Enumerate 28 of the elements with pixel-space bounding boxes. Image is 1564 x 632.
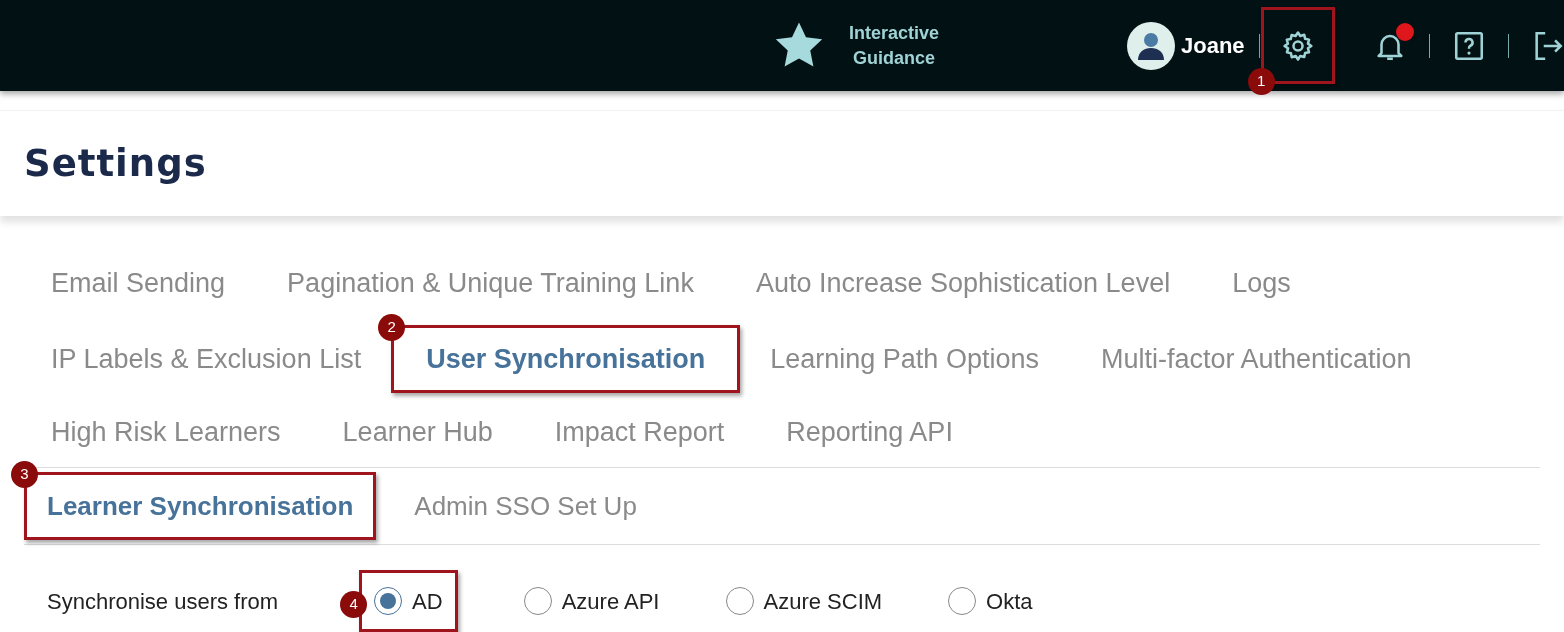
callout-number: 3: [11, 461, 38, 488]
sub-tab[interactable]: Admin SSO Set Up: [414, 486, 637, 526]
settings-tab[interactable]: Reporting API: [786, 411, 953, 453]
radio-option[interactable]: Okta: [948, 584, 1033, 618]
settings-tab[interactable]: Pagination & Unique Training Link: [287, 262, 694, 304]
settings-tab[interactable]: Auto Increase Sophistication Level: [755, 262, 1171, 304]
callout-number: 4: [340, 591, 368, 618]
user-name[interactable]: Joane: [1181, 29, 1245, 62]
radio-option[interactable]: Azure SCIM: [725, 584, 883, 618]
settings-tab[interactable]: User Synchronisation: [426, 338, 706, 380]
settings-icon[interactable]: [1280, 28, 1315, 63]
settings-tab[interactable]: Multi-factor Authentication: [1100, 338, 1412, 380]
sub-tab[interactable]: Learner Synchronisation: [47, 486, 354, 526]
callout-number: 2: [378, 314, 406, 341]
user-avatar[interactable]: [1127, 21, 1175, 70]
settings-tab[interactable]: Logs: [1232, 262, 1291, 304]
radio-option[interactable]: AD: [374, 584, 443, 618]
callout-number: 1: [1247, 68, 1275, 95]
settings-tab[interactable]: Learning Path Options: [770, 338, 1039, 380]
page-title: Settings: [24, 140, 207, 187]
radio-option[interactable]: Azure API: [523, 584, 660, 618]
settings-tab[interactable]: Learner Hub: [342, 411, 493, 453]
settings-tab[interactable]: Impact Report: [554, 411, 725, 453]
settings-tab[interactable]: IP Labels & Exclusion List: [51, 338, 362, 380]
guidance-link[interactable]: Interactive Guidance: [838, 20, 950, 71]
settings-tab[interactable]: Email Sending: [51, 262, 226, 304]
field-label: Synchronise users from: [47, 587, 279, 616]
settings-tab[interactable]: High Risk Learners: [51, 411, 281, 453]
